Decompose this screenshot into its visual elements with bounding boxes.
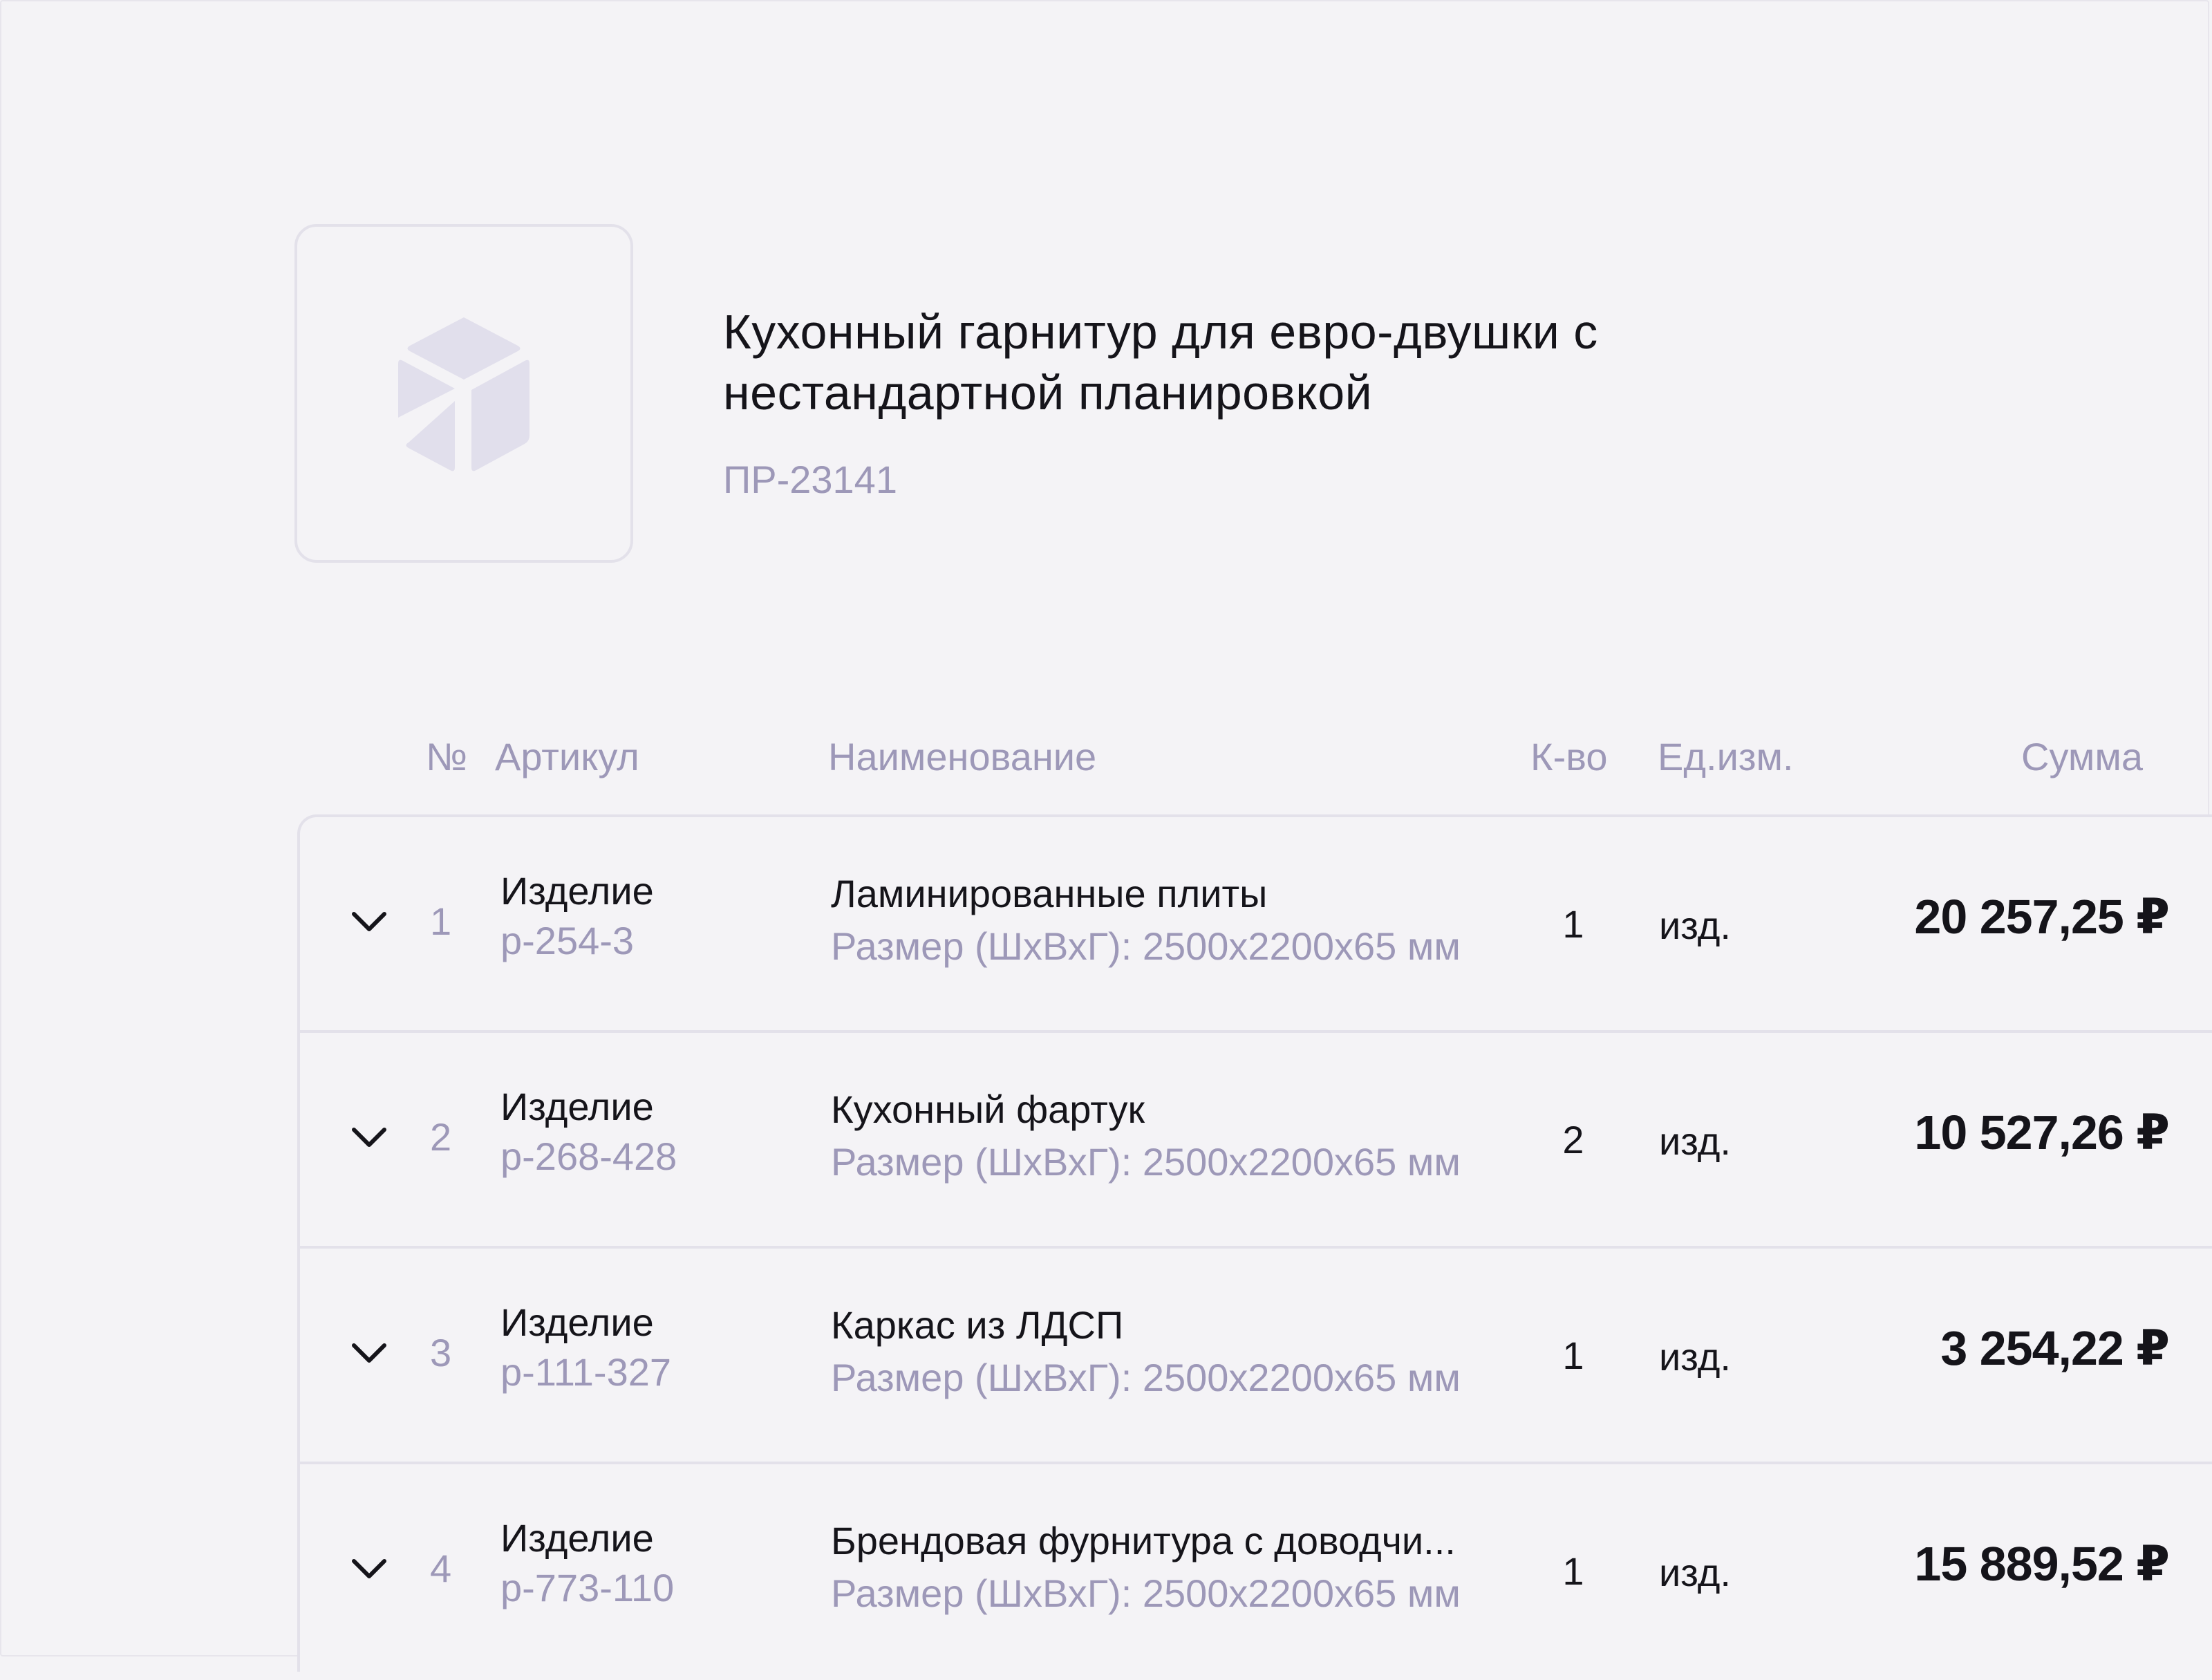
row-item-size: Размер (ШхВхГ): 2500х2200х65 мм — [831, 1140, 1461, 1184]
expand-row-button[interactable] — [348, 908, 390, 936]
column-header-quantity: К-во — [1530, 735, 1608, 778]
row-sum: 3 254,22 ₽ — [1940, 1321, 2170, 1375]
expand-row-button[interactable] — [348, 1340, 390, 1368]
row-article-code: р-773-110 — [500, 1566, 675, 1609]
row-item-kind: Изделие — [500, 1300, 654, 1344]
column-header-article: Артикул — [495, 735, 639, 778]
column-header-name: Наименование — [828, 735, 1097, 778]
product-code: ПР-23141 — [723, 458, 897, 501]
row-item-kind: Изделие — [500, 869, 654, 913]
row-item-size: Размер (ШхВхГ): 2500х2200х65 мм — [831, 1356, 1461, 1399]
product-thumbnail — [294, 224, 633, 563]
row-unit: изд. — [1659, 1119, 1731, 1163]
row-item-name: Брендовая фурнитура с доводчи... — [831, 1519, 1456, 1562]
row-number: 1 — [430, 899, 452, 943]
chevron-down-icon — [348, 908, 390, 936]
table-row: 4 Изделие р-773-110 Брендовая фурнитура … — [300, 1464, 2212, 1680]
table-row: 3 Изделие р-111-327 Каркас из ЛДСП Разме… — [300, 1249, 2212, 1464]
row-unit: изд. — [1659, 1551, 1731, 1594]
row-item-kind: Изделие — [500, 1516, 654, 1560]
column-header-unit: Ед.изм. — [1658, 735, 1794, 778]
row-unit: изд. — [1659, 1335, 1731, 1379]
package-box-icon — [391, 314, 536, 473]
row-sum: 15 889,52 ₽ — [1914, 1537, 2170, 1591]
items-table: 1 Изделие р-254-3 Ламинированные плиты Р… — [297, 814, 2212, 1672]
product-title: Кухонный гарнитур для евро-двушки с нест… — [723, 305, 1598, 420]
column-header-number: № — [426, 735, 468, 778]
row-item-kind: Изделие — [500, 1085, 654, 1128]
row-quantity: 2 — [1562, 1118, 1584, 1161]
row-article-code: р-111-327 — [500, 1350, 671, 1394]
expand-row-button[interactable] — [348, 1124, 390, 1152]
chevron-down-icon — [348, 1340, 390, 1368]
row-quantity: 1 — [1562, 902, 1584, 946]
chevron-down-icon — [348, 1124, 390, 1152]
column-header-sum: Сумма — [2021, 735, 2143, 778]
row-quantity: 1 — [1562, 1334, 1584, 1377]
row-item-name: Ламинированные плиты — [831, 872, 1268, 915]
expand-row-button[interactable] — [348, 1556, 390, 1583]
row-number: 3 — [430, 1331, 452, 1374]
row-item-size: Размер (ШхВхГ): 2500х2200х65 мм — [831, 924, 1461, 968]
row-sum: 20 257,25 ₽ — [1914, 890, 2170, 944]
row-quantity: 1 — [1562, 1549, 1584, 1593]
chevron-down-icon — [348, 1556, 390, 1583]
table-row: 1 Изделие р-254-3 Ламинированные плиты Р… — [300, 817, 2212, 1033]
row-unit: изд. — [1659, 904, 1731, 947]
row-item-name: Каркас из ЛДСП — [831, 1303, 1124, 1347]
table-row: 2 Изделие р-268-428 Кухонный фартук Разм… — [300, 1033, 2212, 1249]
row-item-size: Размер (ШхВхГ): 2500х2200х65 мм — [831, 1571, 1461, 1615]
row-article-code: р-254-3 — [500, 919, 635, 962]
row-article-code: р-268-428 — [500, 1135, 677, 1178]
row-number: 2 — [430, 1115, 452, 1159]
row-sum: 10 527,26 ₽ — [1914, 1105, 2170, 1159]
row-item-name: Кухонный фартук — [831, 1088, 1145, 1131]
row-number: 4 — [430, 1547, 452, 1590]
